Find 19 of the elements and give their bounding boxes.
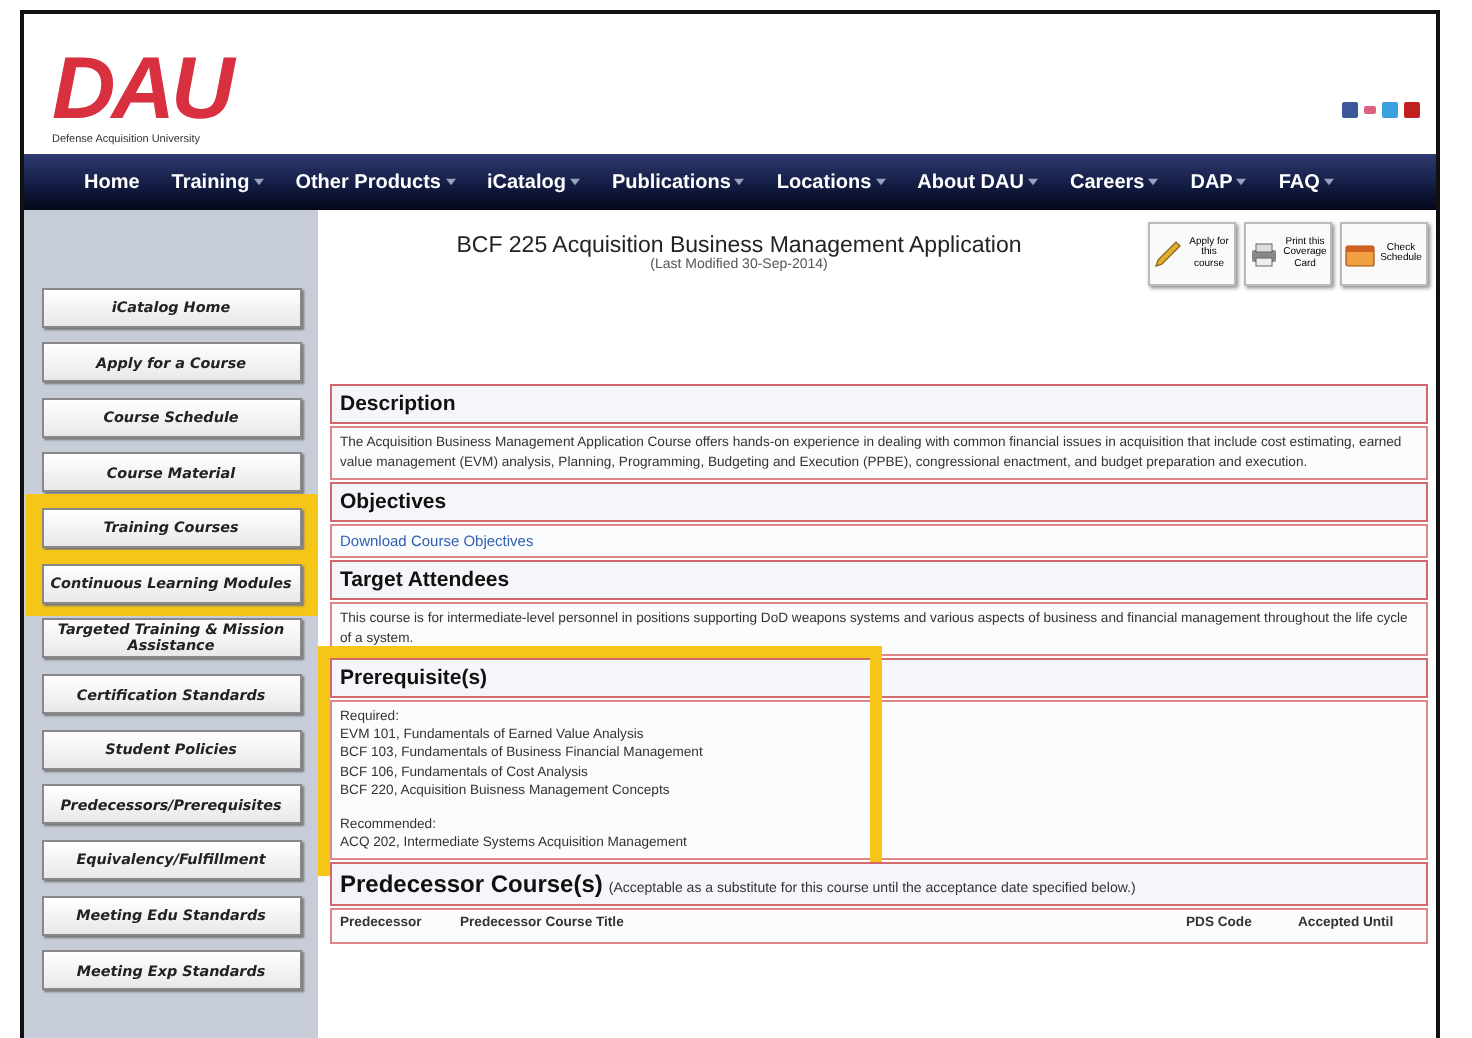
printer-icon — [1248, 238, 1280, 270]
nav-item[interactable]: DAP — [1174, 171, 1263, 193]
section-heading: Objectives — [330, 482, 1428, 523]
nav-item[interactable]: iCatalog — [471, 171, 596, 193]
section-heading: Description — [330, 384, 1428, 424]
logo-mark: DAU — [52, 46, 231, 134]
section-heading: Target Attendees — [330, 560, 1428, 601]
nav-item[interactable]: Home — [68, 171, 156, 193]
nav-item[interactable]: Careers — [1053, 171, 1175, 193]
course-title: BCF 225 Acquisition Business Management Application — [454, 234, 1024, 258]
nav-item[interactable]: About DAU — [901, 171, 1054, 193]
predecessor-heading: Predecessor Course(s) — [340, 870, 603, 899]
section-heading: Prerequisite(s) — [330, 658, 1428, 699]
nav-item[interactable]: Publications — [595, 171, 761, 193]
nav-item[interactable]: FAQ — [1262, 171, 1350, 193]
nav-item[interactable]: Training — [155, 171, 280, 193]
nav-item[interactable]: Other Products — [279, 171, 471, 193]
pencil-icon — [1152, 238, 1184, 270]
nav-item[interactable]: Locations — [760, 171, 902, 193]
